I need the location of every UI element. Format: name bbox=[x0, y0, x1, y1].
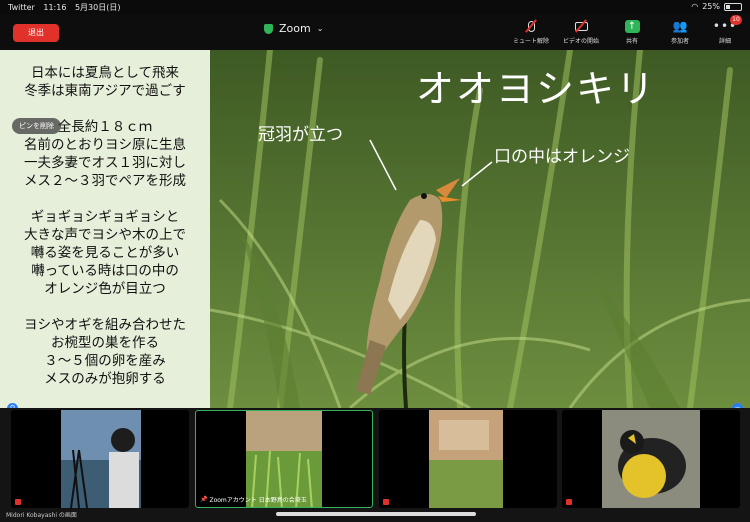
description-line: 冬季は東南アジアで過ごす bbox=[24, 83, 186, 99]
meeting-title-text: Zoom bbox=[279, 22, 311, 35]
participant-tile-active[interactable]: 📌 Zoomアカウント 日本野鳥の会埼玉 bbox=[195, 410, 373, 508]
description-line: 囀っている時は口の中の bbox=[31, 263, 179, 279]
description-line: オレンジ色が目立つ bbox=[44, 281, 166, 297]
participants-label: 参加者 bbox=[670, 38, 689, 45]
chevron-down-icon: ⌄ bbox=[316, 24, 324, 33]
description-line: ３〜５個の卵を産み bbox=[44, 353, 166, 369]
mic-off-icon bbox=[15, 499, 21, 505]
participant-video bbox=[61, 410, 141, 508]
mouth-annotation: 口の中はオレンジ bbox=[494, 147, 630, 167]
share-label: 共有 bbox=[625, 38, 638, 45]
clock-time: 11:16 bbox=[43, 3, 67, 12]
crest-annotation: 冠羽が立つ bbox=[258, 125, 343, 145]
more-label: 詳細 bbox=[718, 38, 731, 45]
participant-video bbox=[602, 410, 700, 508]
bird-photo: オオヨシキリ 冠羽が立つ 口の中はオレンジ bbox=[210, 50, 750, 408]
participant-name: Zoomアカウント 日本野鳥の会埼玉 bbox=[209, 497, 307, 504]
pin-icon: 📌 bbox=[200, 496, 208, 503]
participants-icon: 👥 bbox=[672, 19, 688, 33]
participant-video bbox=[429, 410, 503, 508]
participant-tile[interactable] bbox=[379, 410, 557, 508]
participant-tile[interactable] bbox=[562, 410, 740, 508]
more-button[interactable]: ••• 10 詳細 bbox=[700, 15, 750, 45]
unmute-button[interactable]: ミュート解除 bbox=[506, 18, 556, 45]
mic-off-icon bbox=[566, 499, 572, 505]
participant-tile[interactable] bbox=[11, 410, 189, 508]
wifi-icon: ◠ bbox=[691, 2, 699, 11]
battery-percent: 25% bbox=[702, 2, 720, 11]
meeting-title[interactable]: Zoom ⌄ bbox=[264, 22, 323, 35]
screen-owner-label: Midori Kobayashi の画面 bbox=[6, 512, 77, 519]
description-line: 一夫多妻でオス１羽に対し bbox=[24, 155, 186, 171]
participant-video bbox=[246, 411, 322, 507]
status-bar: Twitter 11:16 5月30日(日) ◠ 25% bbox=[0, 0, 750, 14]
participant-gallery: 📌 Zoomアカウント 日本野鳥の会埼玉 bbox=[0, 408, 750, 522]
unmute-label: ミュート解除 bbox=[512, 38, 549, 45]
start-video-label: ビデオの開始 bbox=[562, 38, 599, 45]
description-line: ギョギョシギョギョシと bbox=[30, 209, 180, 225]
shield-icon bbox=[264, 23, 273, 34]
carrier: Twitter bbox=[8, 3, 35, 12]
description-panel: 日本には夏鳥として飛来 冬季は東南アジアで過ごす 全長約１８ｃｍ 名前のとおりヨシ原に… bbox=[0, 50, 210, 408]
battery-icon bbox=[724, 2, 742, 11]
description-line: ヨシやオギを組み合わせた bbox=[24, 317, 186, 333]
share-button[interactable]: ↑ 共有 bbox=[607, 18, 657, 45]
mic-off-icon bbox=[383, 499, 389, 505]
description-line: メス２〜３羽でペアを形成 bbox=[24, 173, 186, 189]
description-line: 囀る姿を見ることが多い bbox=[30, 245, 180, 261]
shared-screen: 日本には夏鳥として飛来 冬季は東南アジアで過ごす 全長約１８ｃｍ 名前のとおりヨシ原に… bbox=[0, 50, 750, 436]
start-video-button[interactable]: ビデオの開始 bbox=[556, 18, 606, 45]
leave-button[interactable]: 退出 bbox=[13, 24, 59, 42]
participants-button[interactable]: 👥 参加者 bbox=[655, 18, 705, 45]
description-line: お椀型の巣を作る bbox=[51, 335, 159, 351]
description-line: メスのみが抱卵する bbox=[44, 371, 166, 387]
notification-badge: 10 bbox=[730, 15, 742, 25]
description-line: 大きな声でヨシや木の上で bbox=[24, 227, 186, 243]
share-icon: ↑ bbox=[624, 19, 640, 33]
bird-name-title: オオヨシキリ bbox=[416, 67, 657, 111]
home-indicator[interactable] bbox=[276, 512, 476, 516]
description-line: 名前のとおりヨシ原に生息 bbox=[24, 137, 186, 153]
description-line: 日本には夏鳥として飛来 bbox=[30, 65, 180, 81]
clock-date: 5月30日(日) bbox=[74, 3, 121, 12]
remove-pin-button[interactable]: ピンを削除 bbox=[12, 118, 61, 134]
meeting-toolbar: 退出 Zoom ⌄ ミュート解除 ビデオの開始 ↑ 共有 👥 参加者 ••• 1… bbox=[0, 14, 750, 50]
